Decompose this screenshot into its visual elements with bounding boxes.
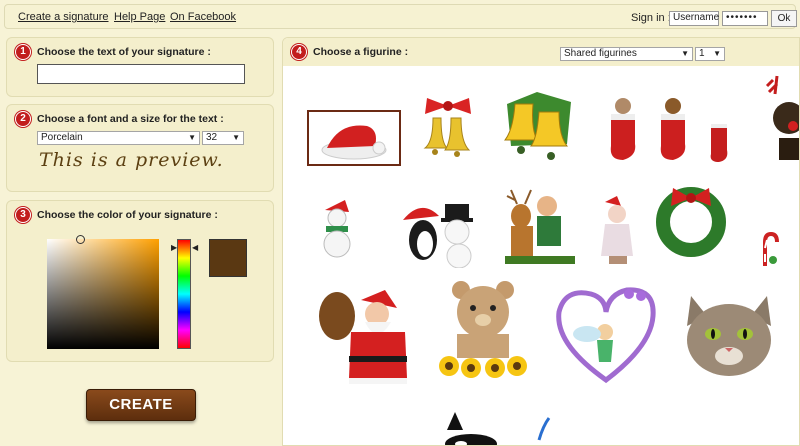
create-button[interactable]: CREATE	[86, 389, 196, 421]
tabby-cat-figurine[interactable]	[679, 286, 779, 382]
saturation-brightness-picker[interactable]	[47, 235, 159, 349]
chevron-down-icon: ▼	[188, 133, 196, 142]
puppy-in-stocking-figurine[interactable]	[655, 94, 691, 164]
christmas-angel-figurine[interactable]	[595, 194, 641, 268]
santa-hat-icon	[321, 125, 387, 160]
step2-panel: 2 Choose a font and a size for the text …	[6, 104, 274, 192]
wreath-icon	[656, 187, 726, 257]
figurine-page-select[interactable]: 1 ▼	[695, 47, 725, 61]
chevron-down-icon: ▼	[681, 49, 689, 58]
figurine-panel: 4 Choose a figurine : Shared figurines ▼…	[282, 37, 800, 446]
candy-cane-figurine[interactable]	[759, 232, 781, 268]
tabby-cat-icon	[687, 296, 771, 376]
step2-title: Choose a font and a size for the text :	[37, 113, 224, 125]
orca-icon	[445, 412, 497, 445]
signin-ok-button[interactable]: Ok	[771, 10, 797, 27]
christmas-bells-icon	[423, 98, 471, 157]
blue-feather-icon	[537, 417, 551, 441]
golden-bells-figurine[interactable]	[497, 84, 581, 164]
font-select[interactable]: Porcelain ▼	[37, 131, 200, 145]
chevron-down-icon: ▼	[232, 133, 240, 142]
santa-claus-icon	[319, 290, 407, 384]
hue-arrow-right-icon: ◀	[192, 243, 199, 252]
step3-panel: 3 Choose the color of your signature : ▶…	[6, 200, 274, 362]
reindeer-dog-figurine[interactable]	[763, 72, 799, 164]
teddy-bear-icon	[439, 281, 527, 378]
step2-badge: 2	[15, 111, 31, 127]
reindeer-kid-icon	[505, 189, 575, 264]
santa-hat-figurine[interactable]	[307, 110, 401, 166]
facebook-link[interactable]: On Facebook	[170, 11, 236, 23]
puppy-stocking-icon	[660, 98, 686, 160]
penguin-snowman-icon	[403, 204, 473, 268]
chevron-down-icon: ▼	[713, 49, 721, 58]
red-stocking-icon	[710, 124, 728, 162]
fairy-heart-icon	[556, 287, 656, 384]
font-select-value: Porcelain	[41, 132, 83, 143]
step1-title: Choose the text of your signature :	[37, 46, 211, 58]
step3-title: Choose the color of your signature :	[37, 209, 218, 221]
create-signature-link[interactable]: Create a signature	[18, 11, 109, 23]
golden-bells-icon	[503, 92, 571, 160]
kitten-in-stocking-figurine[interactable]	[605, 94, 641, 164]
snowman-figurine[interactable]	[317, 194, 357, 264]
reindeer-dog-icon	[765, 75, 799, 160]
christmas-wreath-figurine[interactable]	[653, 180, 729, 258]
red-stocking-figurine[interactable]	[707, 120, 733, 164]
signature-text-input[interactable]	[37, 64, 245, 84]
step1-badge: 1	[15, 44, 31, 60]
font-preview: This is a preview.	[39, 149, 224, 171]
christmas-bells-bow-figurine[interactable]	[419, 94, 477, 164]
fairy-in-heart-figurine[interactable]	[547, 282, 665, 388]
username-field[interactable]: Username	[669, 11, 719, 26]
category-select-value: Shared figurines	[564, 48, 637, 59]
hue-slider[interactable]	[177, 239, 191, 349]
step1-panel: 1 Choose the text of your signature :	[6, 37, 274, 97]
size-select-value: 32	[206, 132, 218, 143]
reindeer-and-kid-figurine[interactable]	[503, 186, 579, 268]
santa-claus-figurine[interactable]	[313, 282, 417, 388]
orca-figurine[interactable]	[441, 410, 501, 445]
teddy-bear-sunflowers-figurine[interactable]	[433, 276, 533, 382]
snowman-icon	[323, 200, 351, 258]
candy-cane-icon	[763, 232, 779, 266]
blue-feather-figurine[interactable]	[537, 416, 551, 442]
step4-badge: 4	[291, 44, 307, 60]
selected-color-swatch	[209, 239, 247, 277]
picker-handle[interactable]	[76, 235, 85, 244]
penguin-and-snowman-figurine[interactable]	[399, 198, 483, 268]
size-select[interactable]: 32 ▼	[202, 131, 244, 145]
step3-badge: 3	[15, 207, 31, 223]
kitten-stocking-icon	[610, 98, 636, 160]
password-field[interactable]: •••••••	[722, 11, 768, 26]
step4-title: Choose a figurine :	[313, 46, 409, 58]
page-select-value: 1	[699, 48, 705, 59]
angel-icon	[601, 196, 633, 264]
figurine-category-select[interactable]: Shared figurines ▼	[560, 47, 693, 61]
signin-label: Sign in :	[631, 12, 671, 24]
help-page-link[interactable]: Help Page	[114, 11, 165, 23]
top-bar: Create a signature Help Page On Facebook…	[4, 4, 797, 29]
